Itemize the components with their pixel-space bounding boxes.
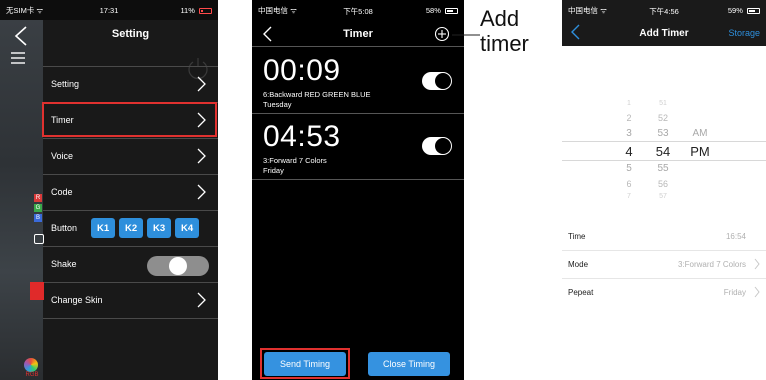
toggle-knob xyxy=(169,257,187,275)
menu-item-label: Code xyxy=(51,187,73,197)
menu-item-change-skin[interactable]: Change Skin xyxy=(43,282,218,318)
minute-option: 51 xyxy=(659,100,667,107)
chevron-right-icon xyxy=(197,148,206,164)
picker-selection-line-top xyxy=(562,141,766,142)
back-arrow-icon[interactable] xyxy=(10,24,36,48)
page-title: Timer xyxy=(343,28,373,40)
rgb-nav-icon[interactable] xyxy=(24,358,38,372)
hour-option: 6 xyxy=(626,179,632,189)
ampm-selected: PM xyxy=(690,144,710,159)
hour-option: 1 xyxy=(627,100,631,107)
divider xyxy=(252,46,464,47)
key-button-k3[interactable]: K3 xyxy=(147,218,172,238)
chevron-right-icon xyxy=(754,286,760,298)
hour-option: 7 xyxy=(627,193,631,200)
annotation-line-2: timer xyxy=(480,31,529,56)
shake-label: Shake xyxy=(51,259,77,269)
time-row[interactable]: Time 16:54 xyxy=(562,222,766,250)
minute-option: 55 xyxy=(657,163,669,174)
time-value: 16:54 xyxy=(725,231,746,241)
timer-time: 04:53 xyxy=(263,120,341,153)
minute-option: 57 xyxy=(659,193,667,200)
status-bar: 无SIM卡 ᯤ 17:31 11% xyxy=(0,0,218,20)
row-label: Pepeat xyxy=(568,287,594,297)
chevron-right-icon xyxy=(197,292,206,308)
status-bar: 中国电信 ᯤ 下午5:08 58% xyxy=(252,0,464,20)
battery-icon xyxy=(747,7,760,14)
menu-item-code[interactable]: Code xyxy=(43,174,218,210)
chevron-right-icon xyxy=(197,76,206,92)
timer-enable-switch[interactable] xyxy=(422,72,452,90)
key-button-k4[interactable]: K4 xyxy=(175,218,200,238)
menu-item-setting[interactable]: Setting xyxy=(43,66,218,102)
rgb-nav-label[interactable]: RGB xyxy=(20,372,44,378)
red-swatch xyxy=(30,282,44,300)
close-timing-button[interactable]: Close Timing xyxy=(368,352,450,376)
hour-option: 3 xyxy=(626,128,632,139)
annotation-line-1: Add xyxy=(480,6,520,31)
menu-item-label: Change Skin xyxy=(51,295,103,305)
add-timer-icon[interactable] xyxy=(434,26,450,42)
status-bar: 中国电信 ᯤ 下午4:56 59% xyxy=(562,0,766,20)
divider xyxy=(252,179,464,180)
row-label: Time xyxy=(568,231,586,241)
key-button-k1[interactable]: K1 xyxy=(91,218,116,238)
ampm-option: AM xyxy=(692,128,708,139)
timer-mode: 6:Backward RED GREEN BLUE xyxy=(263,90,371,99)
timer-day: Friday xyxy=(263,166,284,175)
menu-item-label: Voice xyxy=(51,151,74,161)
menu-item-voice[interactable]: Voice xyxy=(43,138,218,174)
divider xyxy=(252,113,464,114)
repeat-value: Friday xyxy=(723,287,746,297)
timer-enable-switch[interactable] xyxy=(422,137,452,155)
send-timing-highlight-box xyxy=(260,348,350,379)
battery-icon xyxy=(199,7,212,14)
screenshot-stage: 无SIM卡 ᯤ 17:31 11% Setting Setting Timer … xyxy=(0,0,766,380)
menu-icon[interactable] xyxy=(10,50,26,68)
minute-option: 52 xyxy=(657,113,668,123)
key-button-k2[interactable]: K2 xyxy=(119,218,144,238)
row-label: Mode xyxy=(568,259,589,269)
mode-row[interactable]: Mode 3:Forward 7 Colors xyxy=(562,250,766,278)
mode-value: 3:Forward 7 Colors xyxy=(677,259,746,269)
settings-screen: 无SIM卡 ᯤ 17:31 11% Setting Setting Timer … xyxy=(0,0,218,380)
battery-icon xyxy=(445,7,458,14)
clock-text: 下午4:56 xyxy=(649,7,679,16)
shake-toggle[interactable] xyxy=(147,256,209,276)
menu-item-label: Setting xyxy=(51,79,80,89)
page-title: Setting xyxy=(111,28,150,40)
picker-selection-line-bottom xyxy=(562,160,766,161)
timer-list-screen: 中国电信 ᯤ 下午5:08 58% Timer 00:09 6:Backward… xyxy=(252,0,464,380)
add-timer-screen: 中国电信 ᯤ 下午4:56 59% Add Timer Storage 1 2 … xyxy=(562,0,766,380)
hour-option: 5 xyxy=(626,163,632,174)
minute-option: 56 xyxy=(657,179,668,189)
minute-option: 53 xyxy=(657,128,669,139)
rgb-letter-b: B xyxy=(34,214,42,222)
timer-time: 00:09 xyxy=(263,54,341,87)
chevron-right-icon xyxy=(197,184,206,200)
storage-button[interactable]: Storage xyxy=(728,28,760,38)
switch-knob xyxy=(435,138,451,154)
timer-highlight-box xyxy=(42,102,217,137)
switch-knob xyxy=(435,73,451,89)
divider xyxy=(43,318,218,319)
rgb-letter-r: R xyxy=(34,194,42,202)
repeat-row[interactable]: Pepeat Friday xyxy=(562,278,766,306)
annotation-pointer-line xyxy=(452,34,480,36)
timer-day: Tuesday xyxy=(263,100,292,109)
button-row: Button K1 K2 K3 K4 xyxy=(43,210,218,246)
clock-text: 下午5:08 xyxy=(343,7,373,16)
clock-text: 17:31 xyxy=(99,6,119,15)
chevron-right-icon xyxy=(754,258,760,270)
timer-mode: 3:Forward 7 Colors xyxy=(263,156,327,165)
hour-selected: 4 xyxy=(625,144,633,159)
rgb-letter-g: G xyxy=(34,204,42,212)
minute-selected: 54 xyxy=(655,144,671,159)
hour-option: 2 xyxy=(626,113,632,123)
color-swatch-frame xyxy=(34,234,44,244)
button-row-label: Button xyxy=(51,223,78,233)
add-timer-annotation: Add timer xyxy=(480,6,529,56)
